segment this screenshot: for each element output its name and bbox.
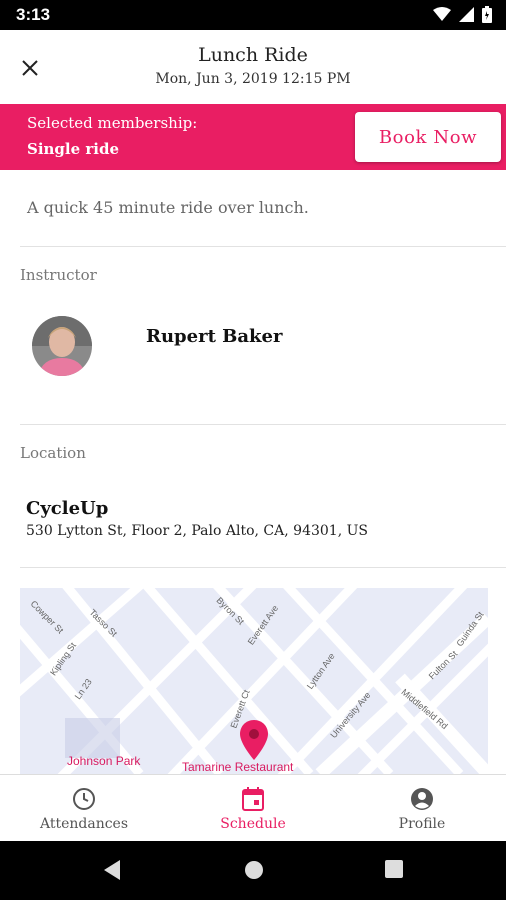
map-pin-icon [240,720,268,760]
status-icons [433,6,492,23]
system-nav-bar [0,841,506,900]
status-bar: 3:13 [0,0,506,30]
membership-label: Selected membership: [27,114,198,132]
clock-icon [73,788,95,810]
nav-label: Schedule [220,816,286,832]
book-now-button[interactable]: Book Now [355,112,501,162]
instructor-section-label: Instructor [20,266,97,284]
status-time: 3:13 [16,5,51,24]
nav-label: Attendances [39,816,129,832]
location-address: 530 Lytton St, Floor 2, Palo Alto, CA, 9… [26,523,368,539]
bottom-nav: Attendances Schedule Profile [0,774,506,842]
nav-label: Profile [398,816,446,832]
divider [20,246,506,247]
nav-schedule[interactable]: Schedule [169,775,337,842]
instructor-avatar[interactable] [32,316,92,376]
membership-value: Single ride [27,140,120,158]
divider [20,567,506,568]
map-poi-label: Johnson Park [67,754,141,768]
location-map[interactable]: Cowper St Tasso St Byron St Everett Ave … [20,588,488,774]
location-name: CycleUp [26,498,109,519]
wifi-icon [433,7,451,21]
instructor-name: Rupert Baker [146,326,283,347]
map-poi-label: Tamarine Restaurant [182,760,294,774]
recents-icon[interactable] [384,859,404,879]
battery-icon [482,6,492,23]
app-header: Lunch Ride Mon, Jun 3, 2019 12:15 PM [0,30,506,104]
calendar-icon [242,787,264,811]
home-icon[interactable] [243,859,265,881]
back-icon[interactable] [102,859,122,881]
divider [20,424,506,425]
location-section-label: Location [20,444,86,462]
class-description: A quick 45 minute ride over lunch. [27,198,309,217]
account-circle-icon [411,788,433,810]
class-datetime: Mon, Jun 3, 2019 12:15 PM [155,71,351,87]
membership-banner: Selected membership: Single ride Book No… [0,104,506,170]
nav-attendances[interactable]: Attendances [0,775,168,842]
nav-profile[interactable]: Profile [338,775,506,842]
page-title: Lunch Ride [198,44,308,66]
signal-icon [459,7,474,22]
